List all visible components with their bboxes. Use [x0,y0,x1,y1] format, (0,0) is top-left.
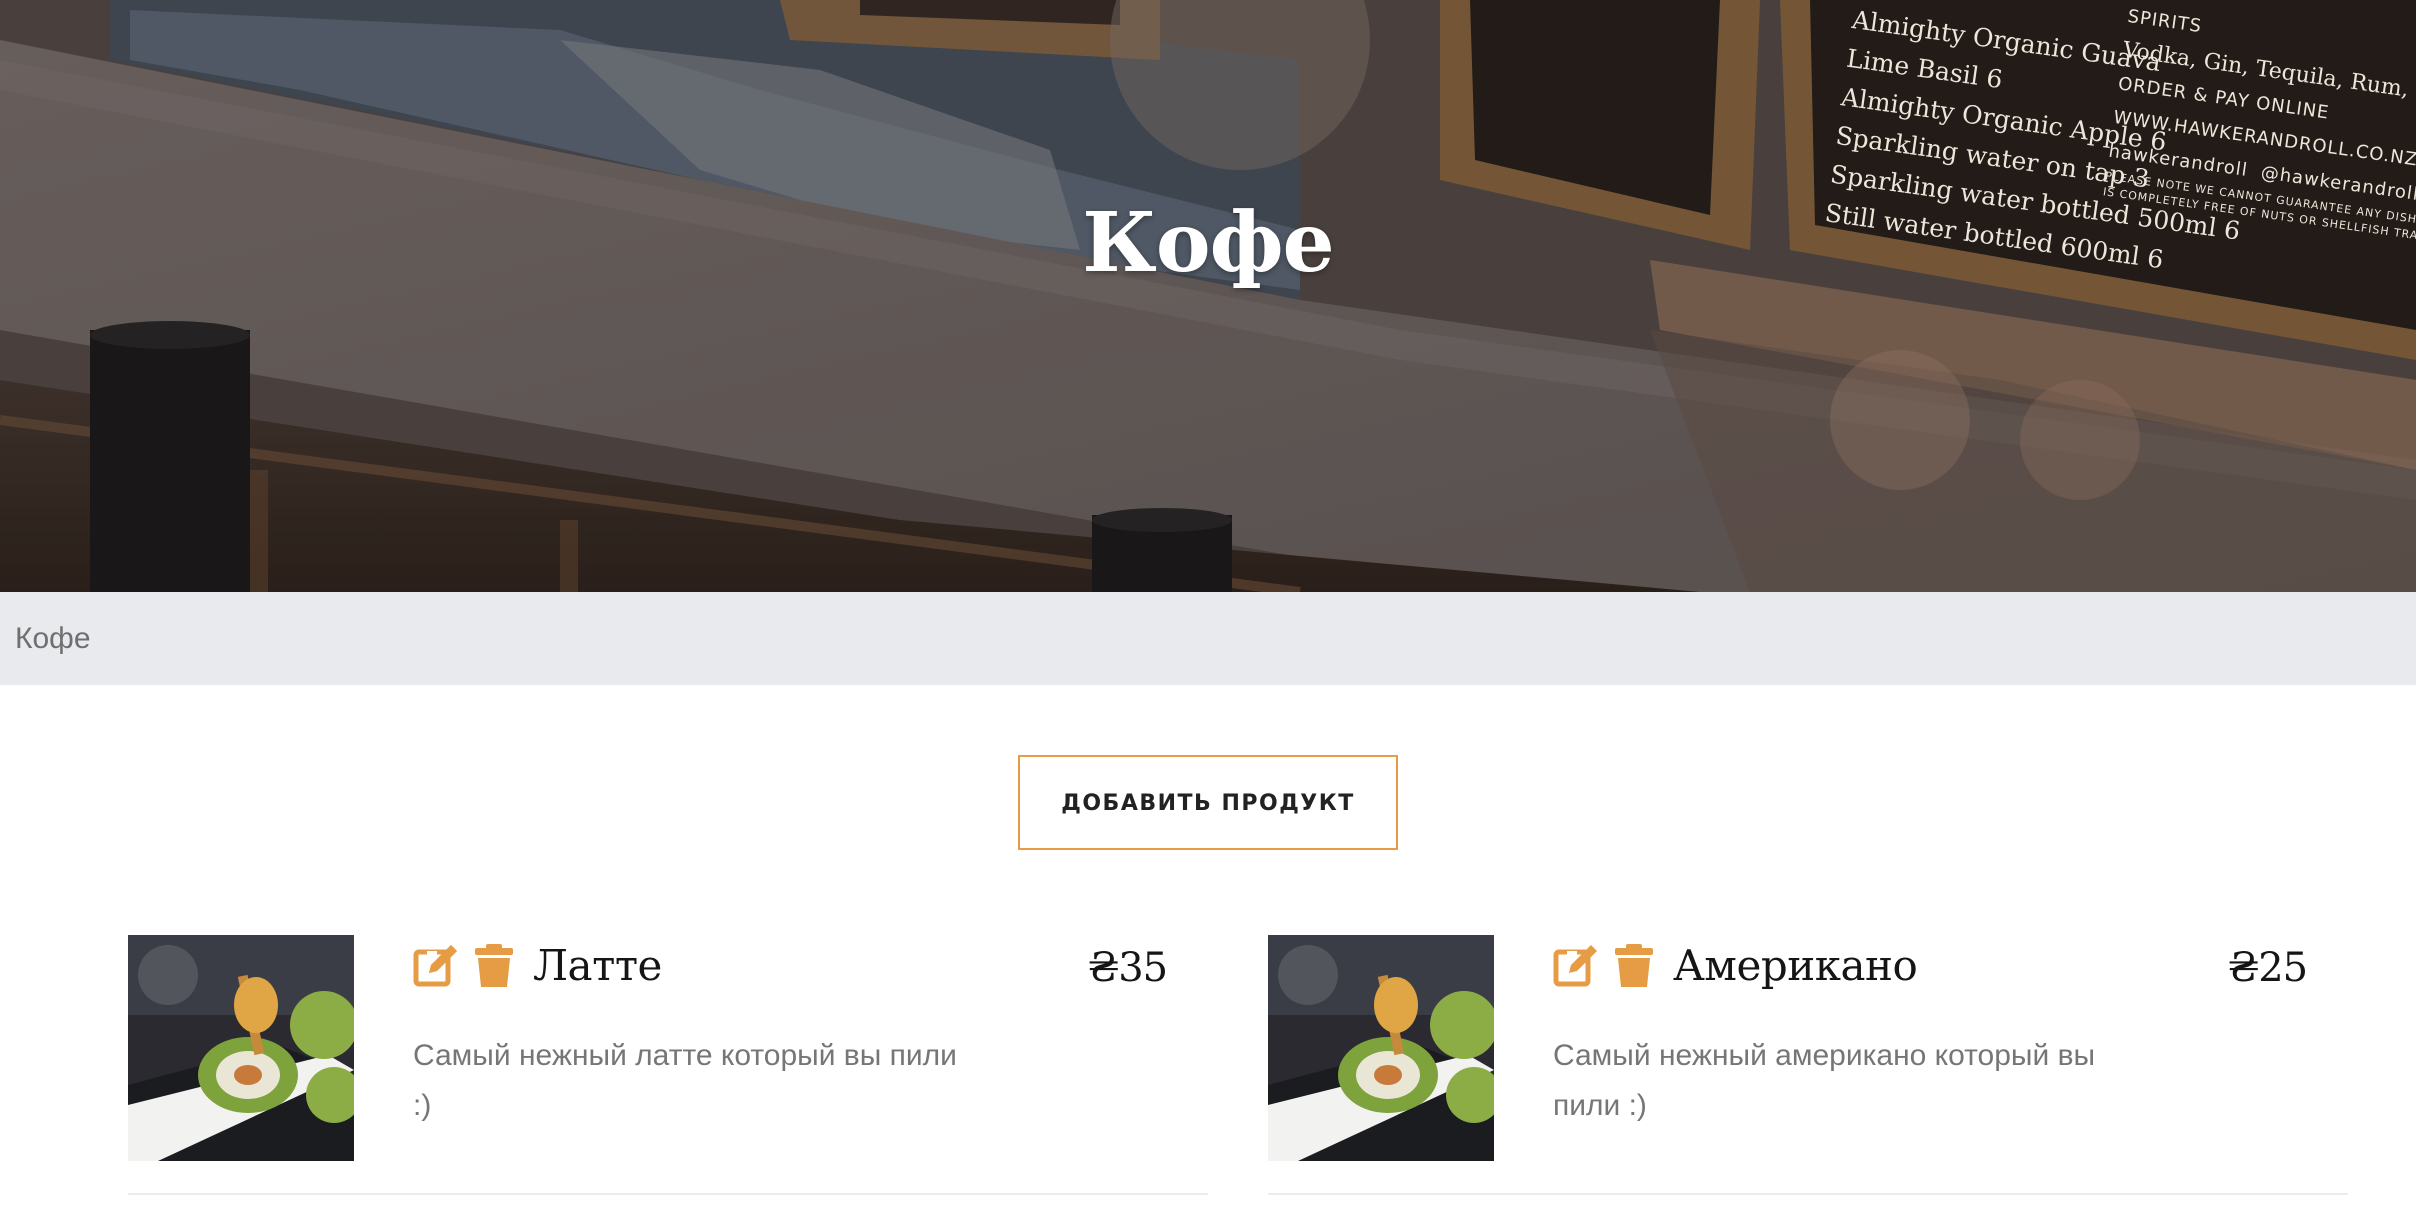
add-product-container: ДОБАВИТЬ ПРОДУКТ [0,755,2416,850]
product-card: Латте ₴35 Самый нежный латте который вы … [128,935,1208,1195]
edit-icon[interactable] [413,943,459,989]
product-card: Американо ₴25 Самый нежный американо кот… [1268,935,2348,1195]
product-name: Американо [1673,941,1918,990]
product-header: Латте [413,941,662,990]
product-name: Латте [533,941,662,990]
product-description: Самый нежный латте который вы пили :) [413,1039,957,1122]
product-price: ₴35 [1088,945,1168,991]
page-title: Кофе [1082,194,1334,291]
trash-icon[interactable] [1611,943,1657,989]
trash-icon[interactable] [471,943,517,989]
hero-banner: Almighty Organic Guava Lime Basil 6 Almi… [0,0,2416,592]
breadcrumb-item-current[interactable]: Кофе [15,622,91,656]
add-product-button[interactable]: ДОБАВИТЬ ПРОДУКТ [1018,755,1398,850]
product-description: Самый нежный американо который вы пили :… [1553,1039,2096,1122]
product-list: Латте ₴35 Самый нежный латте который вы … [128,935,2348,1195]
breadcrumb: Кофе [0,592,2416,685]
product-header: Американо [1553,941,1918,990]
sushi-roll-image[interactable] [128,935,354,1161]
product-price: ₴25 [2228,945,2308,991]
sushi-roll-image[interactable] [1268,935,1494,1161]
edit-icon[interactable] [1553,943,1599,989]
